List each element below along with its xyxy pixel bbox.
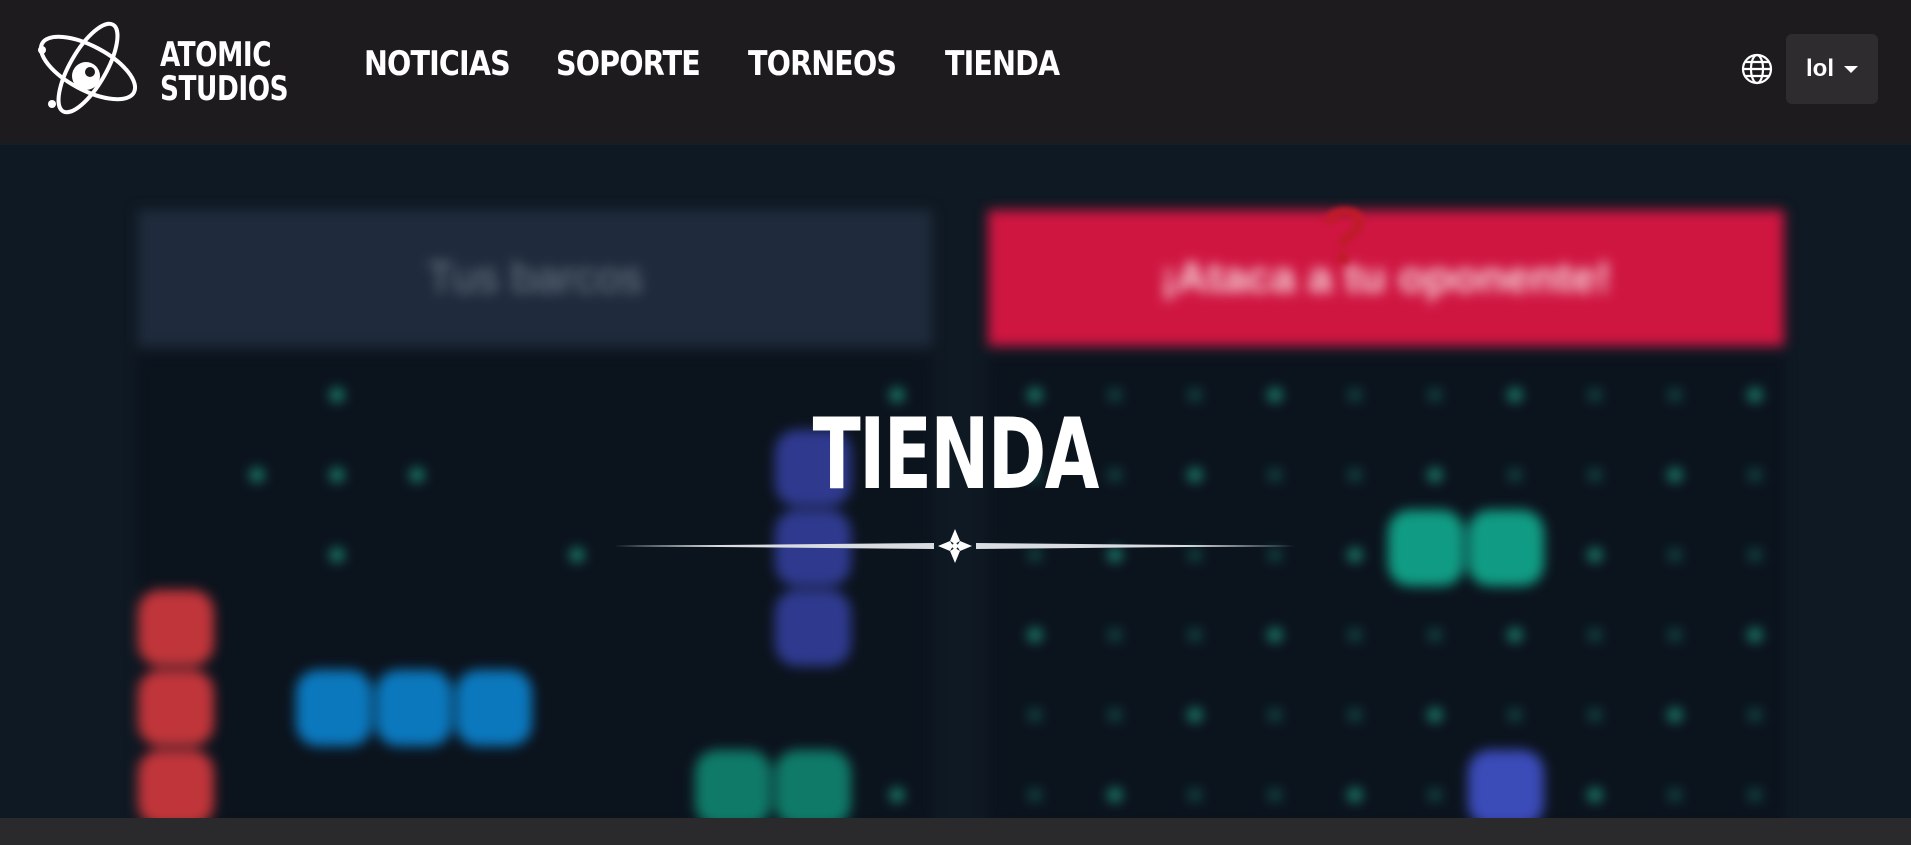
board-dot — [1348, 548, 1362, 562]
ship-segment — [695, 750, 771, 826]
board-dot — [570, 548, 584, 562]
board-dot — [1188, 788, 1202, 802]
ship-segment — [456, 670, 532, 746]
atom-logo-icon — [38, 21, 138, 115]
board-dot — [1108, 388, 1122, 402]
ship-segment — [1468, 510, 1544, 586]
board-dot — [1428, 628, 1442, 642]
board-dot — [1188, 388, 1202, 402]
board-dot — [1348, 708, 1362, 722]
chevron-down-icon — [1844, 65, 1858, 73]
board-dot — [1268, 628, 1282, 642]
board-dot — [1268, 708, 1282, 722]
board-dot — [1188, 628, 1202, 642]
ship-segment — [1468, 750, 1544, 826]
board-dot — [1588, 788, 1602, 802]
board-dot — [1268, 788, 1282, 802]
ship-segment — [296, 670, 372, 746]
target-marker: ? — [1320, 191, 1369, 280]
board-dot — [1428, 708, 1442, 722]
bottom-strip — [0, 818, 1911, 845]
main-nav: NOTICIAS SOPORTE TORNEOS TIENDA — [364, 44, 1060, 90]
board-dot — [1348, 628, 1362, 642]
board-dot — [1748, 628, 1762, 642]
board-dot — [1748, 788, 1762, 802]
board-dot — [1588, 388, 1602, 402]
board-dot — [1668, 788, 1682, 802]
board-dot — [1028, 788, 1042, 802]
globe-icon[interactable] — [1740, 52, 1774, 86]
board-dot — [1508, 628, 1522, 642]
board-dot — [1428, 388, 1442, 402]
language-dropdown[interactable]: lol — [1786, 34, 1878, 104]
language-label: lol — [1806, 55, 1834, 82]
board-dot — [1508, 708, 1522, 722]
board-dot — [1108, 788, 1122, 802]
brand-line-1: ATOMIC — [160, 35, 272, 75]
ship-segment — [775, 750, 851, 826]
ornament-divider — [614, 529, 1296, 563]
brand-line-2: STUDIOS — [160, 69, 289, 109]
board-dot — [1428, 788, 1442, 802]
ship-segment — [138, 750, 214, 826]
ship-segment — [775, 590, 851, 666]
board-dot — [1588, 628, 1602, 642]
board-dot — [1268, 388, 1282, 402]
board-dot — [330, 388, 344, 402]
board-dot — [1668, 388, 1682, 402]
own-ships-heading: Tus barcos — [138, 210, 932, 346]
board-dot — [1668, 548, 1682, 562]
board-dot — [330, 548, 344, 562]
board-dot — [890, 788, 904, 802]
nav-noticias[interactable]: NOTICIAS — [364, 44, 525, 90]
board-dot — [1748, 708, 1762, 722]
brand-name: ATOMIC STUDIOS — [160, 35, 289, 109]
top-navbar: ATOMIC STUDIOS NOTICIAS SOPORTE TORNEOS … — [0, 0, 1911, 145]
nav-tienda[interactable]: TIENDA — [945, 44, 1060, 90]
atomic-studios-logo[interactable]: ATOMIC STUDIOS — [30, 14, 290, 126]
board-dot — [1348, 388, 1362, 402]
board-dot — [1508, 388, 1522, 402]
board-dot — [1028, 708, 1042, 722]
nav-soporte[interactable]: SOPORTE — [556, 44, 717, 90]
board-dot — [1188, 708, 1202, 722]
ship-segment — [138, 590, 214, 666]
ship-segment — [138, 670, 214, 746]
board-dot — [1348, 788, 1362, 802]
board-dot — [1028, 628, 1042, 642]
attack-heading: ¡Ataca a tu oponente! — [988, 210, 1784, 346]
ship-segment — [1388, 510, 1464, 586]
board-dot — [1748, 548, 1762, 562]
board-dot — [1748, 388, 1762, 402]
ship-segment — [376, 670, 452, 746]
board-dot — [1588, 548, 1602, 562]
page-title: TIENDA — [0, 405, 1911, 505]
nav-torneos[interactable]: TORNEOS — [748, 44, 913, 90]
board-dot — [1108, 628, 1122, 642]
board-dot — [1668, 628, 1682, 642]
page-title-text: TIENDA — [812, 398, 1100, 512]
board-dot — [1668, 708, 1682, 722]
board-dot — [1108, 708, 1122, 722]
board-dot — [1588, 708, 1602, 722]
